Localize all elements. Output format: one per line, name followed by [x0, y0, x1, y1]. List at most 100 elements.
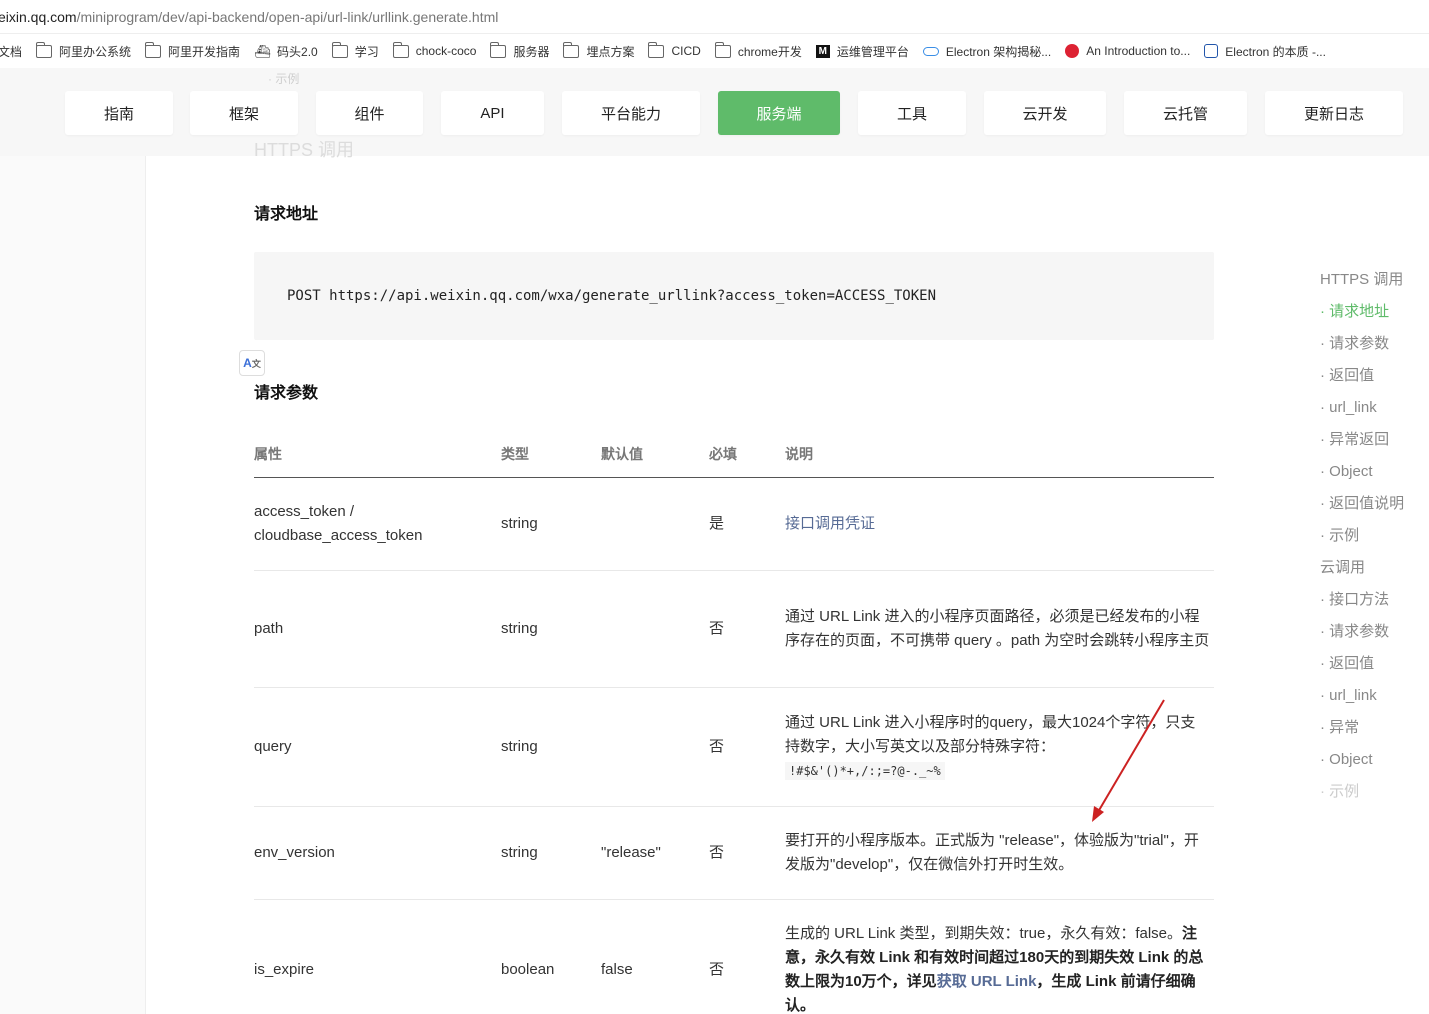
nav-framework[interactable]: 框架 — [190, 91, 298, 135]
param-type: string — [501, 687, 601, 807]
request-params-heading: 请求参数 — [254, 385, 319, 402]
toc-item-request-url[interactable]: 请求地址 — [1320, 298, 1404, 330]
toc-item-request-params[interactable]: 请求参数 — [1320, 330, 1404, 362]
toc-item-cloud-example[interactable]: 示例 — [1320, 778, 1404, 810]
bookmark-label: Electron 的本质 -... — [1225, 44, 1326, 59]
folder-icon — [331, 41, 348, 58]
toc-item-cloud-url-link[interactable]: url_link — [1320, 682, 1404, 714]
bookmark-label: 阿里办公系统 — [59, 44, 132, 59]
toc-item-return-desc[interactable]: 返回值说明 — [1320, 490, 1404, 522]
table-of-contents: HTTPS 调用 请求地址 请求参数 返回值 url_link 异常返回 Obj… — [1320, 266, 1404, 810]
toc-item-error-return[interactable]: 异常返回 — [1320, 426, 1404, 458]
nav-cloud-dev[interactable]: 云开发 — [984, 91, 1106, 135]
col-header-attribute: 属性 — [254, 432, 501, 478]
param-name: path — [254, 570, 501, 688]
ghost-text: · 示例 — [268, 72, 300, 86]
toc-item-url-link[interactable]: url_link — [1320, 394, 1404, 426]
table-row: access_token / cloudbase_access_token str… — [254, 477, 1214, 571]
bookmark-label: 阿里开发指南 — [168, 44, 241, 59]
param-required: 否 — [709, 570, 785, 688]
param-required: 否 — [709, 806, 785, 900]
param-type: string — [501, 570, 601, 688]
bookmark-label: An Introduction to... — [1086, 44, 1191, 58]
bookmark-electron-essence[interactable]: Electron 的本质 -... — [1204, 43, 1326, 60]
col-header-required: 必填 — [709, 432, 785, 478]
toc-item-object[interactable]: Object — [1320, 458, 1404, 490]
bookmark-cicd[interactable]: CICD — [648, 41, 701, 58]
bookmark-electron-arch[interactable]: Electron 架构揭秘... — [922, 43, 1052, 60]
bookmark-label: 文档 — [0, 44, 23, 59]
bookmark-chrome-dev[interactable]: chrome开发 — [714, 41, 802, 60]
is-expire-desc: 生成的 URL Link 类型，到期失效：true，永久有效：false。 — [785, 925, 1183, 942]
request-url-code: POST https://api.weixin.qq.com/wxa/gener… — [254, 252, 1214, 340]
bookmark-docs[interactable]: 文档 — [0, 43, 22, 60]
nav-platform[interactable]: 平台能力 — [562, 91, 700, 135]
toc-item-https[interactable]: HTTPS 调用 — [1320, 266, 1404, 298]
toc-item-cloud-error[interactable]: 异常 — [1320, 714, 1404, 746]
top-navigation: · 示例 HTTPS 调用 指南 框架 组件 API 平台能力 服务端 工具 云… — [0, 68, 1429, 160]
url-path: /miniprogram/dev/api-backend/open-api/ur… — [76, 8, 499, 25]
param-description: 接口调用凭证 — [785, 477, 1214, 571]
toc-item-cloud-call[interactable]: 云调用 — [1320, 554, 1404, 586]
param-default — [601, 477, 709, 571]
ship-icon: ⛴ — [254, 43, 271, 59]
bookmark-label: 学习 — [354, 44, 379, 59]
table-header-row: 属性 类型 默认值 必填 说明 — [254, 432, 1214, 478]
toc-item-example[interactable]: 示例 — [1320, 522, 1404, 554]
param-required: 是 — [709, 477, 785, 571]
bookmark-label: chock-coco — [415, 44, 477, 58]
toc-item-cloud-object[interactable]: Object — [1320, 746, 1404, 778]
nav-tools[interactable]: 工具 — [858, 91, 966, 135]
nav-server[interactable]: 服务端 — [718, 91, 840, 135]
code-text: POST https://api.weixin.qq.com/wxa/gener… — [287, 288, 937, 304]
toc-item-method[interactable]: 接口方法 — [1320, 586, 1404, 618]
bookmark-chock-coco[interactable]: chock-coco — [392, 41, 477, 58]
bookmark-server[interactable]: 服务器 — [490, 41, 550, 60]
address-bar[interactable]: eixin.qq.com/miniprogram/dev/api-backend… — [0, 0, 1429, 34]
bookmarks-bar: 文档 阿里办公系统 阿里开发指南 ⛴ 码头2.0 学习 chock-coco 服务… — [0, 34, 1429, 68]
nav-components[interactable]: 组件 — [316, 91, 423, 135]
bookmark-ali-office[interactable]: 阿里办公系统 — [36, 41, 132, 60]
bookmark-study[interactable]: 学习 — [331, 41, 379, 60]
get-url-link-link[interactable]: 获取 URL Link — [937, 973, 1037, 990]
param-default: false — [601, 899, 709, 1014]
nav-api[interactable]: API — [441, 91, 544, 135]
bookmark-matou[interactable]: ⛴ 码头2.0 — [254, 43, 318, 60]
param-type: string — [501, 477, 601, 571]
access-token-link[interactable]: 接口调用凭证 — [785, 515, 875, 532]
bookmark-tracking[interactable]: 埋点方案 — [563, 41, 634, 60]
nav-changelog[interactable]: 更新日志 — [1265, 91, 1403, 135]
bookmark-label: 码头2.0 — [277, 44, 318, 59]
param-type: string — [501, 806, 601, 900]
param-default — [601, 687, 709, 807]
param-description: 通过 URL Link 进入的小程序页面路径，必须是已经发布的小程序存在的页面，… — [785, 570, 1214, 688]
table-row: path string 否 通过 URL Link 进入的小程序页面路径，必须是… — [254, 570, 1214, 688]
toc-item-cloud-params[interactable]: 请求参数 — [1320, 618, 1404, 650]
translate-icon[interactable]: A文 — [239, 350, 265, 376]
nav-guide[interactable]: 指南 — [65, 91, 173, 135]
bookmark-label: 服务器 — [513, 44, 550, 59]
toc-item-cloud-return[interactable]: 返回值 — [1320, 650, 1404, 682]
bookmark-introduction[interactable]: An Introduction to... — [1065, 44, 1190, 58]
bookmark-ali-dev[interactable]: 阿里开发指南 — [145, 41, 241, 60]
bookmark-label: Electron 架构揭秘... — [945, 44, 1052, 59]
url-host: eixin.qq.com — [0, 8, 77, 25]
param-name-line2: cloudbase_access_token — [254, 526, 423, 544]
param-default: "release" — [601, 806, 709, 900]
query-desc-text: 通过 URL Link 进入小程序时的query，最大1024个字符，只支持数字… — [785, 713, 1196, 755]
param-type: boolean — [501, 899, 601, 1014]
bookmark-ops[interactable]: M 运维管理平台 — [815, 43, 909, 60]
params-table: 属性 类型 默认值 必填 说明 access_token / cloudbase_… — [254, 432, 1214, 1014]
table-row: env_version string "release" 否 要打开的小程序版本… — [254, 806, 1214, 900]
nav-cloud-hosting[interactable]: 云托管 — [1124, 91, 1247, 135]
col-header-type: 类型 — [501, 432, 601, 478]
folder-icon — [648, 41, 665, 58]
toc-item-return[interactable]: 返回值 — [1320, 362, 1404, 394]
red-circle-icon — [1065, 44, 1080, 58]
url-text[interactable]: eixin.qq.com/miniprogram/dev/api-backend… — [0, 9, 498, 25]
folder-icon — [714, 41, 731, 58]
param-required: 否 — [709, 899, 785, 1014]
ghost-heading: HTTPS 调用 — [254, 140, 355, 160]
left-sidebar — [0, 156, 146, 1014]
param-description: 通过 URL Link 进入小程序时的query，最大1024个字符，只支持数字… — [785, 687, 1214, 807]
